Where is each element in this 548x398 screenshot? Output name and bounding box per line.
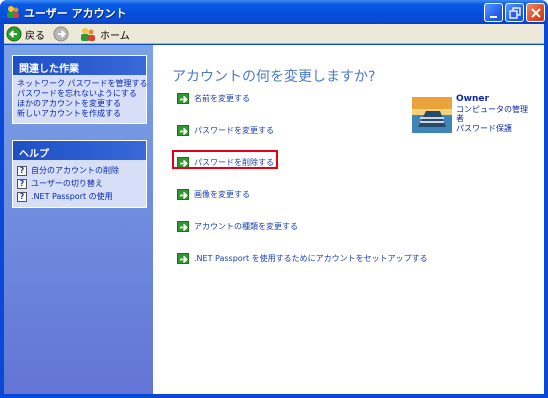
close-icon [531, 8, 541, 18]
page-title: アカウントの何を変更しますか? [172, 69, 376, 85]
link-label: 名前を変更する [194, 93, 250, 103]
help-item-label: .NET Passport の使用 [31, 192, 113, 201]
related-tasks-panel: 関連した作業 ネットワーク パスワードを管理する パスワードを忘れないようにする… [12, 55, 148, 124]
link-label: パスワードを変更する [194, 125, 274, 135]
change-picture-link[interactable]: 画像を変更する [177, 187, 250, 201]
link-label: アカウントの種類を変更する [194, 221, 298, 231]
content-area: 関連した作業 ネットワーク パスワードを管理する パスワードを忘れないようにする… [4, 45, 544, 394]
change-account-type-link[interactable]: アカウントの種類を変更する [177, 219, 298, 233]
help-heading: ヘルプ [13, 141, 146, 160]
help-panel: ヘルプ ? 自分のアカウントの削除 ? ユーザーの切り替え ? .NET Pas… [12, 140, 147, 208]
beach-chair-picture-icon [412, 97, 452, 133]
close-button[interactable] [526, 3, 545, 22]
help-item-label: 自分のアカウントの削除 [31, 166, 119, 175]
green-arrow-icon [177, 188, 189, 200]
user-avatar [412, 97, 452, 133]
related-tasks-heading: 関連した作業 [13, 56, 146, 75]
help-question-icon: ? [17, 191, 27, 202]
task-manage-network-passwords[interactable]: ネットワーク パスワードを管理する [17, 79, 148, 89]
setup-net-passport-link[interactable]: .NET Passport を使用するためにアカウントをセットアップする [177, 251, 428, 265]
link-label: .NET Passport を使用するためにアカウントをセットアップする [194, 253, 428, 263]
home-button[interactable]: ホーム [79, 25, 130, 43]
help-item-label: ユーザーの切り替え [31, 179, 103, 188]
user-name: Owner [456, 94, 489, 104]
green-arrow-icon [177, 92, 189, 104]
forward-arrow-icon [53, 26, 69, 42]
window-title: ユーザー アカウント [24, 7, 127, 20]
change-name-link[interactable]: 名前を変更する [177, 91, 250, 105]
help-item-delete-account[interactable]: ? 自分のアカウントの削除 [17, 164, 146, 177]
user-accounts-icon [6, 5, 20, 19]
change-password-link[interactable]: パスワードを変更する [177, 123, 274, 137]
help-item-net-passport[interactable]: ? .NET Passport の使用 [17, 190, 146, 203]
link-label: 画像を変更する [194, 189, 250, 199]
help-item-switch-user[interactable]: ? ユーザーの切り替え [17, 177, 146, 190]
minimize-icon [490, 16, 497, 18]
forward-button[interactable] [53, 25, 69, 43]
restore-button[interactable] [505, 3, 524, 22]
task-prevent-forgotten-password[interactable]: パスワードを忘れないようにする [17, 89, 146, 99]
title-bar[interactable]: ユーザー アカウント [0, 0, 548, 24]
home-label: ホーム [100, 30, 130, 42]
password-status: パスワード保護 [456, 124, 512, 133]
user-role: コンピュータの管理者 [456, 105, 528, 123]
task-pane: 関連した作業 ネットワーク パスワードを管理する パスワードを忘れないようにする… [4, 45, 153, 394]
restore-icon [509, 7, 521, 19]
back-label: 戻る [25, 30, 45, 42]
green-arrow-icon [177, 124, 189, 136]
green-arrow-icon [177, 220, 189, 232]
task-change-other-account[interactable]: ほかのアカウントを変更する [17, 99, 146, 109]
green-arrow-icon [177, 252, 189, 264]
minimize-button[interactable] [484, 3, 503, 22]
home-users-icon [81, 28, 95, 41]
user-accounts-window: ユーザー アカウント 戻る ホーム 関連した作業 ネットワーク パスワードを管理… [0, 0, 548, 398]
help-question-icon: ? [17, 178, 27, 189]
task-create-new-account[interactable]: 新しいアカウントを作成する [17, 109, 146, 119]
highlight-box [172, 150, 278, 169]
help-question-icon: ? [17, 165, 27, 176]
back-arrow-icon [6, 26, 22, 42]
back-button[interactable]: 戻る [6, 25, 45, 43]
toolbar: 戻る ホーム [4, 24, 544, 44]
